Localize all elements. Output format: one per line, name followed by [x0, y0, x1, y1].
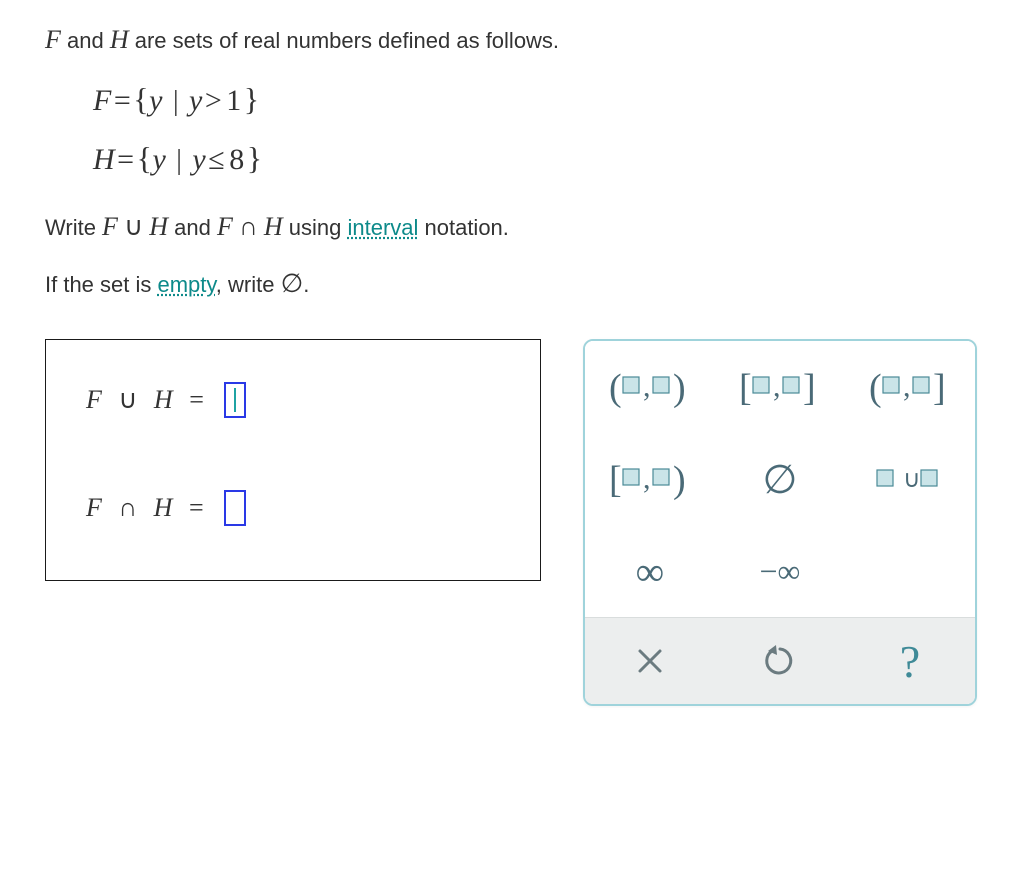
intersection-input[interactable]: [224, 490, 246, 526]
text-rest: are sets of real numbers defined as foll…: [129, 28, 559, 53]
help-icon: ?: [900, 635, 920, 688]
svg-text:]: ]: [803, 367, 816, 409]
answer-label-union: F ∪ H =: [86, 385, 210, 415]
keypad: ( , ) [ , ] (: [583, 339, 977, 706]
keypad-blank: [845, 525, 975, 617]
prompt-line-1: F and H are sets of real numbers defined…: [45, 20, 977, 59]
svg-text:(: (: [869, 367, 882, 409]
var-F: F: [45, 25, 61, 54]
text-and: and: [61, 28, 110, 53]
set-def-F: F={y | y>1}: [93, 81, 977, 118]
empty-link[interactable]: empty: [158, 272, 216, 297]
interval-link[interactable]: interval: [347, 215, 418, 240]
undo-icon: [762, 643, 798, 679]
union-input[interactable]: [224, 382, 246, 418]
svg-text:,: ,: [643, 370, 651, 403]
neg-infinity-icon: −∞: [760, 553, 801, 590]
keypad-empty-set[interactable]: ∅: [715, 433, 845, 525]
keypad-infinity[interactable]: ∞: [585, 525, 715, 617]
svg-text:]: ]: [933, 367, 946, 409]
svg-text:[: [: [609, 459, 622, 501]
empty-set-icon: ∅: [763, 456, 798, 503]
keypad-help[interactable]: ?: [845, 618, 975, 704]
var-H: H: [110, 25, 129, 54]
keypad-open-open[interactable]: ( , ): [585, 341, 715, 433]
keypad-closed-open[interactable]: [ , ): [585, 433, 715, 525]
answer-row-intersection: F ∩ H =: [86, 490, 500, 526]
svg-text:∪: ∪: [903, 467, 921, 493]
keypad-closed-closed[interactable]: [ , ]: [715, 341, 845, 433]
keypad-neg-infinity[interactable]: −∞: [715, 525, 845, 617]
svg-text:,: ,: [643, 462, 651, 495]
keypad-clear[interactable]: [585, 618, 715, 704]
instruction-line-2: If the set is empty, write ∅.: [45, 264, 977, 303]
answer-row-union: F ∪ H =: [86, 382, 500, 418]
answer-box: F ∪ H = F ∩ H =: [45, 339, 541, 581]
svg-text:[: [: [739, 367, 752, 409]
close-icon: [632, 643, 668, 679]
keypad-union[interactable]: ∪: [845, 433, 975, 525]
svg-text:,: ,: [903, 370, 911, 403]
svg-text:(: (: [609, 367, 622, 409]
keypad-undo[interactable]: [715, 618, 845, 704]
answer-label-intersection: F ∩ H =: [86, 493, 210, 523]
set-definitions: F={y | y>1} H={y | y≤8}: [93, 81, 977, 177]
infinity-icon: ∞: [636, 548, 665, 595]
svg-text:): ): [673, 367, 686, 409]
keypad-open-closed[interactable]: ( , ]: [845, 341, 975, 433]
set-def-H: H={y | y≤8}: [93, 140, 977, 177]
svg-text:,: ,: [773, 370, 781, 403]
svg-text:): ): [673, 459, 686, 501]
instruction-line-1: Write F ∪ H and F ∩ H using interval not…: [45, 207, 977, 246]
